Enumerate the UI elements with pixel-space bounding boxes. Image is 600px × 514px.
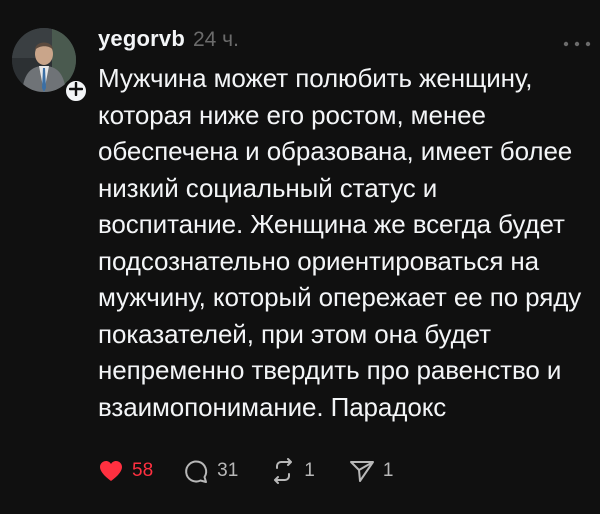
comment-bubble-icon xyxy=(183,458,209,484)
reply-count: 31 xyxy=(217,460,239,481)
reply-button[interactable]: 31 xyxy=(183,458,238,484)
author-username[interactable]: yegorvb xyxy=(98,26,185,52)
like-count: 58 xyxy=(132,460,154,481)
like-button[interactable]: 58 xyxy=(98,459,153,483)
heart-filled-icon xyxy=(98,459,124,483)
share-button[interactable]: 1 xyxy=(349,458,394,484)
thread-post: yegorvb 24 ч. Мужчина может полюбить жен… xyxy=(0,0,600,514)
repost-count: 1 xyxy=(304,460,315,481)
more-horizontal-icon[interactable] xyxy=(560,36,594,47)
follow-button[interactable] xyxy=(63,78,89,104)
post-body-text: Мужчина может полюбить женщину, которая … xyxy=(98,63,582,422)
post-header: yegorvb 24 ч. xyxy=(98,26,239,56)
author-avatar-container[interactable] xyxy=(12,28,89,104)
share-count: 1 xyxy=(382,460,394,481)
send-icon xyxy=(349,458,375,484)
post-action-bar: 58 31 1 1 xyxy=(98,456,393,486)
post-timestamp[interactable]: 24 ч. xyxy=(193,28,239,52)
repost-icon xyxy=(270,458,296,484)
plus-icon xyxy=(68,81,84,101)
repost-button[interactable]: 1 xyxy=(270,458,315,484)
